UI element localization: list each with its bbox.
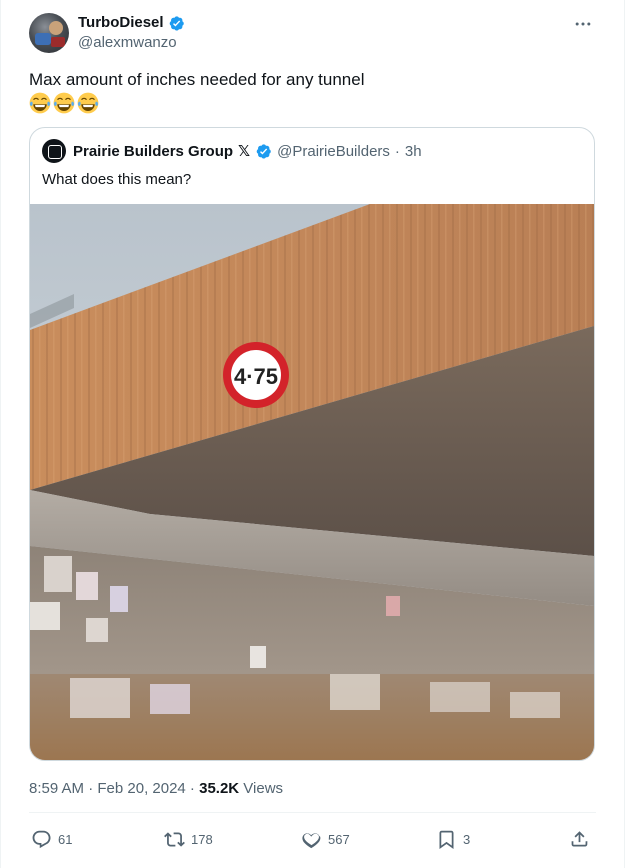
repost-button[interactable]: 178 <box>164 826 213 852</box>
verified-badge-icon <box>256 143 271 159</box>
verified-badge-icon <box>169 15 184 31</box>
quoted-tweet-header: Prairie Builders Group 𝕏 @PrairieBuilder… <box>42 139 422 163</box>
avatar-detail <box>35 33 51 45</box>
repost-icon <box>164 831 185 847</box>
tweet-emojis <box>29 92 99 114</box>
tweet-meta: 8:59 AM · Feb 20, 2024 · 35.2K Views <box>29 779 283 799</box>
tweet-timestamp[interactable]: 8:59 AM · Feb 20, 2024 · <box>29 780 199 797</box>
like-button[interactable]: 567 <box>301 826 350 852</box>
bookmark-icon <box>439 830 454 849</box>
like-count: 567 <box>328 831 350 847</box>
face-with-tears-of-joy-icon <box>29 92 51 114</box>
views-count: 35.2K <box>199 780 240 797</box>
avatar-detail <box>51 37 65 47</box>
quoted-handle[interactable]: @PrairieBuilders <box>277 143 390 160</box>
face-with-tears-of-joy-icon <box>77 92 99 114</box>
face-with-tears-of-joy-icon <box>53 92 75 114</box>
tweet-card: TurboDiesel @alexmwanzo Max amount of in… <box>0 0 625 868</box>
quoted-timestamp[interactable]: 3h <box>405 143 422 160</box>
quoted-avatar[interactable] <box>42 139 66 163</box>
quoted-separator: · <box>394 142 400 160</box>
share-icon <box>571 830 588 846</box>
heart-icon <box>302 832 321 848</box>
reply-count: 61 <box>58 831 73 847</box>
quoted-tweet[interactable]: Prairie Builders Group 𝕏 @PrairieBuilder… <box>29 127 595 761</box>
quoted-display-name[interactable]: Prairie Builders Group <box>73 143 233 160</box>
quoted-tweet-text: What does this mean? <box>42 171 192 188</box>
share-button[interactable] <box>569 826 590 852</box>
author-handle[interactable]: @alexmwanzo <box>78 33 185 53</box>
more-horizontal-icon[interactable] <box>572 14 594 34</box>
tweet-text: Max amount of inches needed for any tunn… <box>29 70 365 89</box>
height-sign-text: 4·75 <box>234 364 278 389</box>
author-info: TurboDiesel @alexmwanzo <box>78 14 185 53</box>
quoted-tweet-image[interactable]: 4·75 <box>30 204 594 760</box>
divider <box>29 812 596 813</box>
bookmark-button[interactable]: 3 <box>436 826 470 852</box>
x-badge-icon: 𝕏 <box>238 143 251 160</box>
author-name-row[interactable]: TurboDiesel <box>78 14 185 32</box>
views-label: Views <box>239 780 284 797</box>
avatar-detail <box>49 21 63 35</box>
bookmark-count: 3 <box>463 831 471 847</box>
repost-count: 178 <box>191 831 213 847</box>
action-bar: 61 178 567 3 <box>31 826 596 852</box>
avatar[interactable] <box>29 13 69 53</box>
author-display-name[interactable]: TurboDiesel <box>78 14 164 32</box>
reply-button[interactable]: 61 <box>31 826 72 852</box>
reply-icon <box>32 830 51 848</box>
